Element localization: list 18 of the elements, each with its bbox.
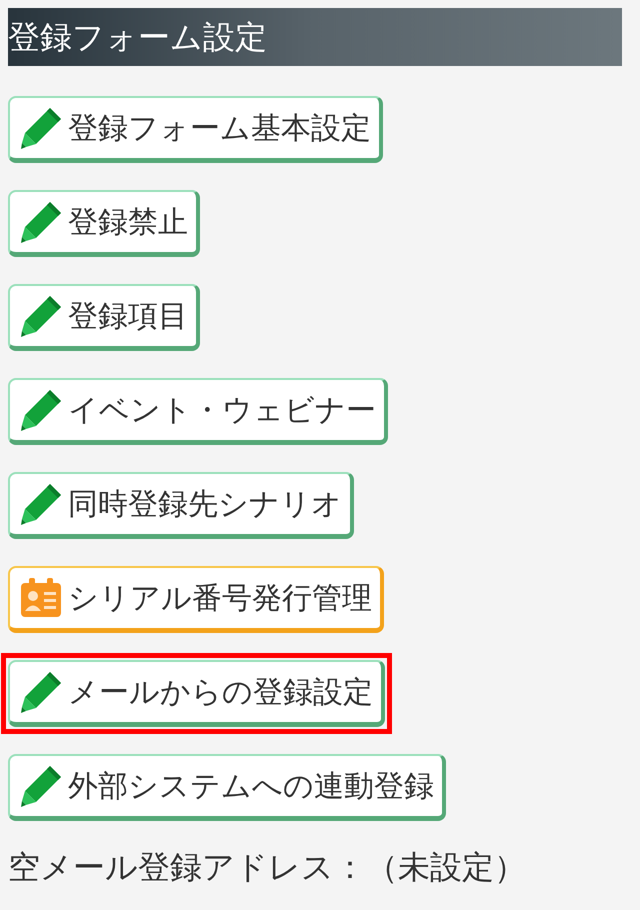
menu-button[interactable]: イベント・ウェビナー (8, 378, 388, 445)
menu-button[interactable]: 登録禁止 (8, 190, 200, 257)
menu-button[interactable]: メールからの登録設定 (8, 660, 385, 727)
menu-button[interactable]: 同時登録先シナリオ (8, 472, 354, 539)
pencil-icon (18, 293, 64, 339)
pencil-icon (18, 481, 64, 527)
section-title: 登録フォーム設定 (8, 21, 267, 53)
pencil-icon (18, 105, 64, 151)
menu-button[interactable]: 外部システムへの連動登録 (8, 754, 446, 821)
pencil-icon (18, 199, 64, 245)
menu-button[interactable]: 登録フォーム基本設定 (8, 96, 383, 163)
menu-button[interactable]: 登録項目 (8, 284, 200, 351)
menu-button[interactable]: シリアル番号発行管理 (8, 566, 384, 633)
address-label: 空メール登録アドレス： (8, 847, 366, 888)
pencil-icon (18, 669, 64, 715)
pencil-icon (18, 387, 64, 433)
pencil-icon (18, 763, 64, 809)
address-value: （未設定） (366, 847, 526, 888)
